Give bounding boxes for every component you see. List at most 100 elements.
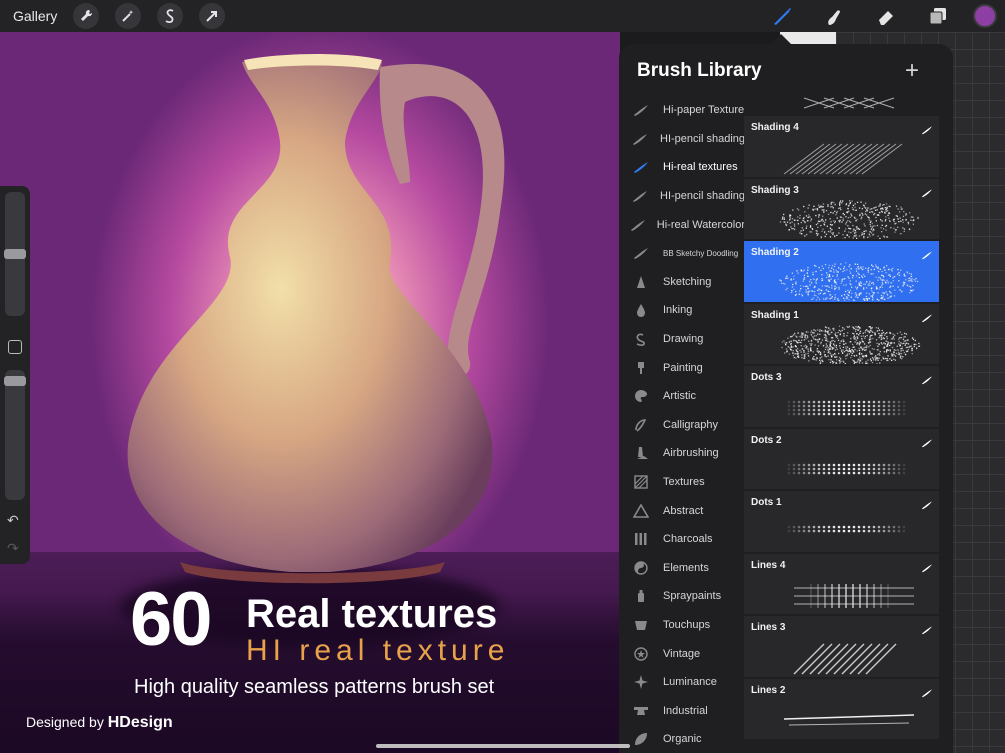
brush-category-item[interactable]: Charcoals	[619, 525, 745, 554]
brush-category-item[interactable]: Elements	[619, 554, 745, 583]
brush-stroke-icon	[619, 103, 663, 117]
transform-arrow-icon[interactable]	[199, 3, 226, 29]
brush-item[interactable]: Shading 3	[744, 178, 939, 239]
brush-icon[interactable]	[767, 1, 797, 31]
brush-item[interactable]: Shading 1	[744, 303, 939, 364]
opacity-slider[interactable]	[4, 370, 26, 500]
headline-number: 60	[130, 577, 213, 662]
brush-category-item[interactable]: Organic	[619, 725, 745, 753]
brush-category-item[interactable]: Vintage	[619, 639, 745, 668]
brush-name: Lines 2	[751, 684, 786, 696]
spiral-icon	[619, 332, 663, 346]
brush-name: Lines 4	[751, 559, 786, 571]
brush-name: Dots 2	[751, 434, 782, 446]
brush-size-slider[interactable]	[4, 192, 26, 316]
brush-category-item[interactable]: Spraypaints	[619, 582, 745, 611]
brush-item[interactable]: Dots 2	[744, 428, 939, 489]
jug-illustration	[127, 54, 505, 584]
magic-wand-icon[interactable]	[115, 3, 142, 29]
brush-category-item[interactable]: BB Sketchy Doodling	[619, 239, 745, 268]
brush-category-label: Abstract	[663, 504, 704, 517]
brush-item[interactable]: Dots 3	[744, 366, 939, 427]
brush-size-knob[interactable]	[4, 249, 26, 259]
brush-category-item[interactable]: Luminance	[619, 668, 745, 697]
eraser-icon[interactable]	[871, 1, 901, 31]
brush-stroke-icon	[921, 185, 933, 203]
brush-category-item[interactable]: Abstract	[619, 496, 745, 525]
brush-item[interactable]: Shading 4	[744, 116, 939, 177]
brush-stroke-preview	[781, 325, 921, 364]
brush-stroke-icon	[619, 218, 657, 232]
brush-category-item[interactable]: Inking	[619, 296, 745, 325]
brush-category-item[interactable]: Hi-paper Texture	[619, 96, 745, 125]
brush-item[interactable]: Shading 2	[744, 241, 939, 302]
brush-name: Dots 1	[751, 497, 782, 508]
brush-category-item[interactable]: Artistic	[619, 382, 745, 411]
undo-icon[interactable]: ↶	[7, 512, 19, 529]
wrench-icon[interactable]	[73, 3, 100, 29]
brush-category-label: HI-pencil shading	[660, 132, 745, 145]
brush-item[interactable]: Dots 1	[744, 491, 939, 552]
brush-category-item[interactable]: HI-pencil shading	[619, 125, 745, 154]
color-picker-button[interactable]	[973, 4, 997, 28]
brush-category-label: Hi-real Watercolor	[656, 218, 745, 231]
brush-category-label: Calligraphy	[663, 418, 719, 431]
brush-categories: Hi-paper Texture HI-pencil shading Hi-real…	[619, 96, 745, 753]
brush-category-item[interactable]: Sketching	[619, 268, 745, 297]
triangle-icon	[619, 503, 663, 518]
brush-stroke-icon	[921, 435, 933, 453]
brush-category-label: Artistic	[663, 390, 696, 403]
brush-category-item[interactable]: Industrial	[619, 696, 745, 725]
promo-tagline: High quality seamless patterns brush set	[134, 676, 495, 698]
yin-yang-icon	[619, 561, 663, 575]
calligraphy-icon	[619, 418, 663, 432]
brush-category-label: Textures	[663, 476, 705, 489]
bucket-icon	[619, 618, 663, 632]
brush-category-label: Hi-real textures	[663, 161, 738, 174]
selection-s-icon[interactable]	[157, 3, 184, 29]
brush-stroke-icon	[921, 122, 933, 140]
add-brush-plus-icon[interactable]: +	[905, 57, 919, 85]
brush-category-item[interactable]: Textures	[619, 468, 745, 497]
square-icon[interactable]	[8, 340, 22, 354]
brush-category-label: HI-pencil shading	[660, 190, 745, 203]
airbrush-icon	[619, 446, 663, 460]
brush-category-label: Organic	[663, 733, 702, 746]
opacity-knob[interactable]	[4, 376, 26, 386]
brush-category-item[interactable]: Hi-real textures	[619, 153, 745, 182]
brush-stroke-icon	[921, 622, 933, 640]
redo-icon[interactable]: ↷	[7, 540, 19, 557]
brush-stroke-icon	[619, 160, 663, 174]
brush-stroke-preview	[779, 262, 919, 301]
brush-item[interactable]: Lines 4	[744, 553, 939, 614]
brush-item[interactable]: Lines 3	[744, 616, 939, 677]
brush-stroke-icon	[619, 189, 660, 203]
brush-category-item[interactable]: Hi-real Watercolor	[619, 210, 745, 239]
brush-category-label: Touchups	[663, 618, 711, 631]
pencil-tip-icon	[619, 275, 663, 289]
artwork-canvas[interactable]: 60 Real textures HI real texture High qu…	[0, 32, 620, 753]
brush-stroke-preview	[787, 525, 906, 533]
brush-stroke-icon	[921, 497, 933, 515]
brush-category-item[interactable]: Painting	[619, 353, 745, 382]
brush-name: Shading 4	[751, 122, 799, 133]
brush-category-label: Inking	[663, 304, 693, 317]
texture-icon	[619, 475, 663, 489]
brush-name: Lines 3	[751, 622, 786, 633]
credit-name: HDesign	[107, 714, 173, 731]
smudge-icon[interactable]	[819, 1, 849, 31]
ink-drop-icon	[619, 303, 663, 318]
layers-icon[interactable]	[923, 1, 953, 31]
spray-can-icon	[619, 589, 663, 603]
partial-brush-stroke	[803, 97, 895, 109]
brush-item-partial[interactable]	[744, 96, 939, 114]
gallery-button[interactable]: Gallery	[13, 8, 57, 24]
anvil-icon	[619, 704, 663, 718]
brush-item[interactable]: Lines 2	[744, 678, 939, 739]
brush-category-item[interactable]: Airbrushing	[619, 439, 745, 468]
brush-category-item[interactable]: Calligraphy	[619, 411, 745, 440]
brush-category-item[interactable]: Touchups	[619, 611, 745, 640]
brush-category-item[interactable]: Drawing	[619, 325, 745, 354]
brush-category-item[interactable]: HI-pencil shading	[619, 182, 745, 211]
headline-text: Real textures	[246, 592, 498, 636]
